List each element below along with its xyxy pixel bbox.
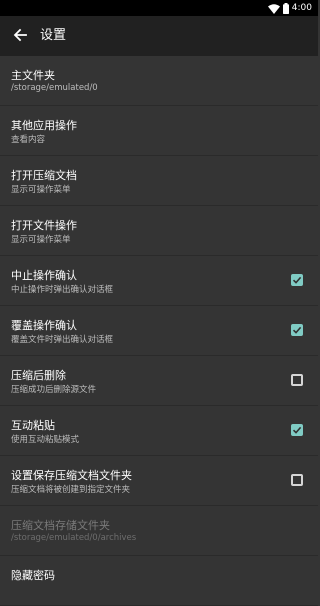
setting-hide-password[interactable]: 隐藏密码 (0, 556, 318, 606)
setting-archive-storage-folder: 压缩文档存储文件夹 /storage/emulated/0/archives (0, 506, 318, 556)
setting-title: 其他应用操作 (11, 119, 77, 132)
setting-delete-after-compress[interactable]: 压缩后删除 压缩成功后删除源文件 (0, 356, 318, 406)
settings-list: 主文件夹 /storage/emulated/0 其他应用操作 查看内容 打开压… (0, 56, 318, 606)
setting-subtitle: /storage/emulated/0 (11, 83, 98, 93)
setting-title: 主文件夹 (11, 69, 55, 82)
setting-title: 覆盖操作确认 (11, 319, 77, 332)
setting-title: 打开文件操作 (11, 219, 77, 232)
back-button[interactable] (8, 24, 32, 48)
abort-confirm-checkbox[interactable] (291, 274, 303, 286)
setting-subtitle: 压缩成功后删除源文件 (11, 385, 97, 395)
setting-title: 隐藏密码 (11, 569, 55, 582)
setting-open-archive[interactable]: 打开压缩文档 显示可操作菜单 (0, 156, 318, 206)
setting-subtitle: /storage/emulated/0/archives (11, 533, 137, 543)
setting-subtitle: 压缩文档将被创建到指定文件夹 (11, 485, 131, 495)
setting-title: 互动粘贴 (11, 419, 55, 432)
interactive-paste-checkbox[interactable] (291, 424, 303, 436)
setting-subtitle: 覆盖文件时弹出确认对话框 (11, 335, 114, 345)
setting-archive-save-folder[interactable]: 设置保存压缩文档文件夹 压缩文档将被创建到指定文件夹 (0, 456, 318, 506)
app-toolbar: 设置 (0, 16, 318, 56)
setting-subtitle: 显示可操作菜单 (11, 235, 71, 245)
wifi-icon (267, 0, 280, 18)
setting-title: 压缩后删除 (11, 369, 66, 382)
status-time: 4:00 (291, 3, 312, 13)
battery-icon (282, 0, 289, 18)
setting-title: 设置保存压缩文档文件夹 (11, 469, 132, 482)
setting-title: 压缩文档存储文件夹 (11, 519, 110, 532)
setting-other-app-actions[interactable]: 其他应用操作 查看内容 (0, 106, 318, 156)
setting-subtitle: 使用互动粘贴模式 (11, 435, 80, 445)
arrow-back-icon (13, 27, 27, 46)
setting-main-folder[interactable]: 主文件夹 /storage/emulated/0 (0, 56, 318, 106)
setting-title: 中止操作确认 (11, 269, 77, 282)
setting-interactive-paste[interactable]: 互动粘贴 使用互动粘贴模式 (0, 406, 318, 456)
delete-after-compress-checkbox[interactable] (291, 374, 303, 386)
status-icons: 4:00 (267, 2, 312, 14)
setting-overwrite-confirm[interactable]: 覆盖操作确认 覆盖文件时弹出确认对话框 (0, 306, 318, 356)
setting-subtitle: 显示可操作菜单 (11, 185, 71, 195)
setting-subtitle: 查看内容 (11, 135, 46, 145)
setting-title: 打开压缩文档 (11, 169, 77, 182)
page-title: 设置 (40, 28, 67, 43)
setting-open-file-action[interactable]: 打开文件操作 显示可操作菜单 (0, 206, 318, 256)
status-bar: 4:00 (0, 0, 318, 16)
overwrite-confirm-checkbox[interactable] (291, 324, 303, 336)
setting-abort-confirm[interactable]: 中止操作确认 中止操作时弹出确认对话框 (0, 256, 318, 306)
setting-subtitle: 中止操作时弹出确认对话框 (11, 285, 114, 295)
archive-save-folder-checkbox[interactable] (291, 474, 303, 486)
